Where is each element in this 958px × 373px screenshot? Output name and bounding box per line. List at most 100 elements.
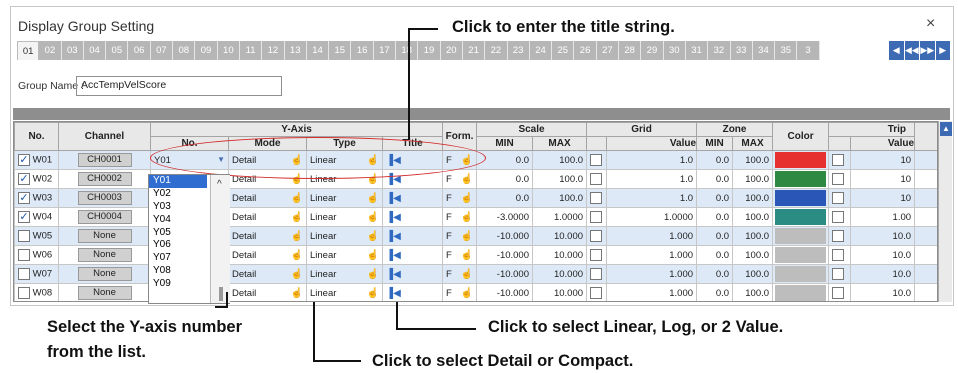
- tab-21[interactable]: 21: [462, 41, 486, 60]
- row-checkbox[interactable]: ✓: [18, 154, 30, 166]
- grid-value[interactable]: 1.000: [606, 283, 698, 301]
- tab-32[interactable]: 32: [708, 41, 731, 60]
- mode-value[interactable]: Detail: [232, 231, 256, 242]
- grid-checkbox[interactable]: [590, 287, 603, 299]
- pointer-icon[interactable]: ☝: [461, 231, 473, 242]
- pointer-icon[interactable]: ☝: [291, 212, 303, 223]
- grid-value[interactable]: 1.000: [606, 245, 698, 265]
- pointer-icon[interactable]: ☝: [367, 269, 379, 280]
- trip-checkbox[interactable]: [832, 211, 845, 223]
- channel-button[interactable]: None: [77, 267, 132, 281]
- tab-04[interactable]: 04: [83, 41, 107, 60]
- scale-min[interactable]: -10.000: [476, 226, 534, 246]
- form-value[interactable]: F: [446, 193, 452, 204]
- grid-value[interactable]: 1.000: [606, 264, 698, 284]
- pointer-icon[interactable]: ☝: [291, 250, 303, 261]
- dropdown-option[interactable]: Y09: [149, 278, 207, 291]
- type-value[interactable]: Linear: [310, 269, 336, 280]
- grid-checkbox[interactable]: [590, 192, 603, 204]
- zone-max[interactable]: 100.0: [732, 169, 774, 189]
- tab-34[interactable]: 34: [752, 41, 776, 60]
- grid-checkbox[interactable]: [590, 230, 603, 242]
- channel-button[interactable]: None: [77, 286, 132, 300]
- color-swatch[interactable]: [775, 190, 827, 206]
- tab-20[interactable]: 20: [440, 41, 463, 60]
- pointer-icon[interactable]: ☝: [291, 231, 303, 242]
- trip-value[interactable]: 10.0: [850, 226, 916, 246]
- trip-checkbox[interactable]: [832, 230, 845, 242]
- dropdown-option[interactable]: Y02: [149, 188, 207, 201]
- chevron-up-icon[interactable]: ^: [217, 179, 222, 190]
- row-checkbox[interactable]: ✓: [18, 173, 30, 185]
- tab-25[interactable]: 25: [552, 41, 575, 60]
- zone-min[interactable]: 0.0: [696, 188, 734, 208]
- zone-min[interactable]: 0.0: [696, 169, 734, 189]
- type-value[interactable]: Linear: [310, 231, 336, 242]
- yaxis-dropdown-list[interactable]: ^ Y01 Y02 Y03 Y04 Y05 Y06 Y07 Y08 Y09: [148, 174, 230, 304]
- pointer-icon[interactable]: ☝: [461, 193, 473, 204]
- tab-17[interactable]: 17: [373, 41, 397, 60]
- trip-value[interactable]: 10.0: [850, 245, 916, 265]
- scale-max[interactable]: 10.000: [532, 226, 588, 246]
- trip-value[interactable]: 10: [850, 169, 916, 189]
- scale-max[interactable]: 100.0: [532, 188, 588, 208]
- grid-value[interactable]: 1.0: [606, 150, 698, 170]
- dropdown-option[interactable]: Y04: [149, 214, 207, 227]
- title-edit-icon[interactable]: ▐◀: [386, 193, 401, 204]
- form-value[interactable]: F: [446, 269, 452, 280]
- row-checkbox[interactable]: ✓: [18, 192, 30, 204]
- tab-29[interactable]: 29: [641, 41, 664, 60]
- next-icon[interactable]: ▶: [935, 41, 950, 60]
- row-checkbox[interactable]: [18, 249, 30, 261]
- row-checkbox[interactable]: ✓: [18, 211, 30, 223]
- zone-min[interactable]: 0.0: [696, 264, 734, 284]
- tab-31[interactable]: 31: [685, 41, 709, 60]
- scale-min[interactable]: -10.000: [476, 283, 534, 301]
- trip-checkbox[interactable]: [832, 192, 845, 204]
- color-swatch[interactable]: [775, 247, 827, 263]
- scale-min[interactable]: 0.0: [476, 188, 534, 208]
- pointer-icon[interactable]: ☝: [461, 212, 473, 223]
- zone-max[interactable]: 100.0: [732, 150, 774, 170]
- mode-value[interactable]: Detail: [232, 212, 256, 223]
- row-checkbox[interactable]: [18, 287, 30, 299]
- tab-14[interactable]: 14: [306, 41, 330, 60]
- trip-value[interactable]: 10: [850, 188, 916, 208]
- pointer-icon[interactable]: ☝: [461, 174, 473, 185]
- tab-30[interactable]: 30: [663, 41, 686, 60]
- type-value[interactable]: Linear: [310, 250, 336, 261]
- pointer-icon[interactable]: ☝: [367, 288, 379, 299]
- tab-35[interactable]: 35: [775, 41, 798, 60]
- zone-min[interactable]: 0.0: [696, 150, 734, 170]
- title-edit-icon[interactable]: ▐◀: [386, 250, 401, 261]
- trip-value[interactable]: 10.0: [850, 283, 916, 301]
- grid-value[interactable]: 1.000: [606, 226, 698, 246]
- grid-checkbox[interactable]: [590, 173, 603, 185]
- channel-button[interactable]: CH0001: [77, 153, 132, 167]
- tab-09[interactable]: 09: [195, 41, 218, 60]
- pointer-icon[interactable]: ☝: [367, 231, 379, 242]
- scale-max[interactable]: 10.000: [532, 283, 588, 301]
- zone-min[interactable]: 0.0: [696, 207, 734, 227]
- prev-icon[interactable]: ◀: [889, 41, 904, 60]
- zone-max[interactable]: 100.0: [732, 226, 774, 246]
- trip-value[interactable]: 1.00: [850, 207, 916, 227]
- dropdown-scroll-thumb[interactable]: [219, 287, 223, 301]
- trip-checkbox[interactable]: [832, 249, 845, 261]
- tab-02[interactable]: 02: [39, 41, 62, 60]
- grid-checkbox[interactable]: [590, 211, 603, 223]
- tab-3[interactable]: 3: [797, 41, 820, 60]
- tab-28[interactable]: 28: [619, 41, 642, 60]
- pointer-icon[interactable]: ☝: [291, 269, 303, 280]
- close-icon[interactable]: ×: [926, 15, 935, 33]
- channel-button[interactable]: None: [77, 248, 132, 262]
- channel-button[interactable]: CH0002: [77, 172, 132, 186]
- dropdown-option[interactable]: Y05: [149, 227, 207, 240]
- zone-max[interactable]: 100.0: [732, 264, 774, 284]
- grid-value[interactable]: 1.0: [606, 169, 698, 189]
- grid-value[interactable]: 1.0000: [606, 207, 698, 227]
- title-edit-icon[interactable]: ▐◀: [386, 269, 401, 280]
- tab-06[interactable]: 06: [128, 41, 151, 60]
- type-value[interactable]: Linear: [310, 212, 336, 223]
- pointer-icon[interactable]: ☝: [461, 269, 473, 280]
